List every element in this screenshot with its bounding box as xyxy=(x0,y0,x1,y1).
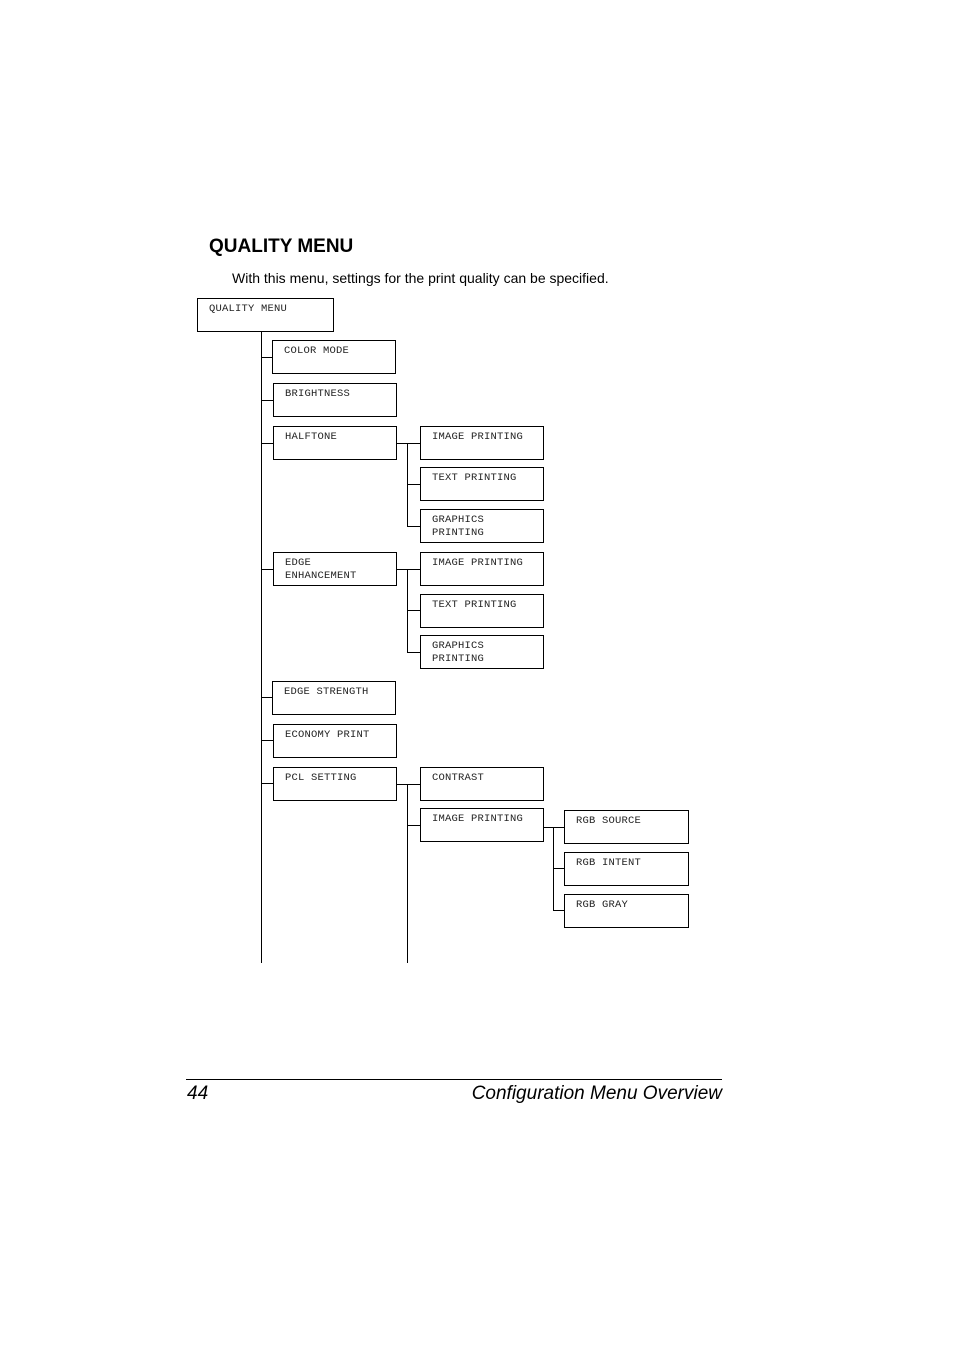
tree-connector xyxy=(407,652,420,653)
menu-box-pcl-setting: PCL SETTING xyxy=(273,767,397,801)
tree-connector xyxy=(407,610,420,611)
menu-box-rgb-intent: RGB INTENT xyxy=(564,852,689,886)
page-number: 44 xyxy=(187,1083,209,1104)
footer-rule xyxy=(186,1079,722,1080)
tree-connector xyxy=(407,825,420,826)
tree-connector xyxy=(261,400,273,401)
tree-connector xyxy=(261,443,273,444)
menu-box-pcl-image-printing: IMAGE PRINTING xyxy=(420,808,544,842)
menu-box-edge-enhancement: EDGE ENHANCEMENT xyxy=(273,552,397,586)
menu-box-edge-strength: EDGE STRENGTH xyxy=(272,681,396,715)
menu-box-halftone-graphics-printing: GRAPHICS PRINTING xyxy=(420,509,544,543)
tree-connector xyxy=(553,827,554,911)
tree-connector xyxy=(397,443,420,444)
menu-box-brightness: BRIGHTNESS xyxy=(273,383,397,417)
tree-connector xyxy=(407,443,408,527)
menu-box-halftone-image-printing: IMAGE PRINTING xyxy=(420,426,544,460)
menu-box-edge-image-printing: IMAGE PRINTING xyxy=(420,552,544,586)
chapter-title: Configuration Menu Overview xyxy=(471,1083,722,1104)
section-intro: With this menu, settings for the print q… xyxy=(232,270,609,286)
tree-connector xyxy=(407,484,420,485)
menu-box-contrast: CONTRAST xyxy=(420,767,544,801)
tree-connector xyxy=(407,784,408,963)
menu-box-color-mode: COLOR MODE xyxy=(272,340,396,374)
menu-box-rgb-source: RGB SOURCE xyxy=(564,810,689,844)
tree-connector xyxy=(261,332,262,963)
tree-connector xyxy=(553,910,564,911)
tree-connector xyxy=(407,526,420,527)
tree-connector xyxy=(261,740,273,741)
menu-box-quality-menu: QUALITY MENU xyxy=(197,298,334,332)
menu-box-economy-print: ECONOMY PRINT xyxy=(273,724,397,758)
tree-connector xyxy=(553,868,564,869)
menu-box-halftone: HALFTONE xyxy=(273,426,397,460)
tree-connector xyxy=(261,569,273,570)
section-title: QUALITY MENU xyxy=(209,236,354,257)
tree-connector xyxy=(261,783,273,784)
menu-box-rgb-gray: RGB GRAY xyxy=(564,894,689,928)
tree-connector xyxy=(397,569,420,570)
menu-box-edge-text-printing: TEXT PRINTING xyxy=(420,594,544,628)
tree-connector xyxy=(397,784,420,785)
menu-box-halftone-text-printing: TEXT PRINTING xyxy=(420,467,544,501)
tree-connector xyxy=(407,569,408,653)
menu-box-edge-graphics-printing: GRAPHICS PRINTING xyxy=(420,635,544,669)
